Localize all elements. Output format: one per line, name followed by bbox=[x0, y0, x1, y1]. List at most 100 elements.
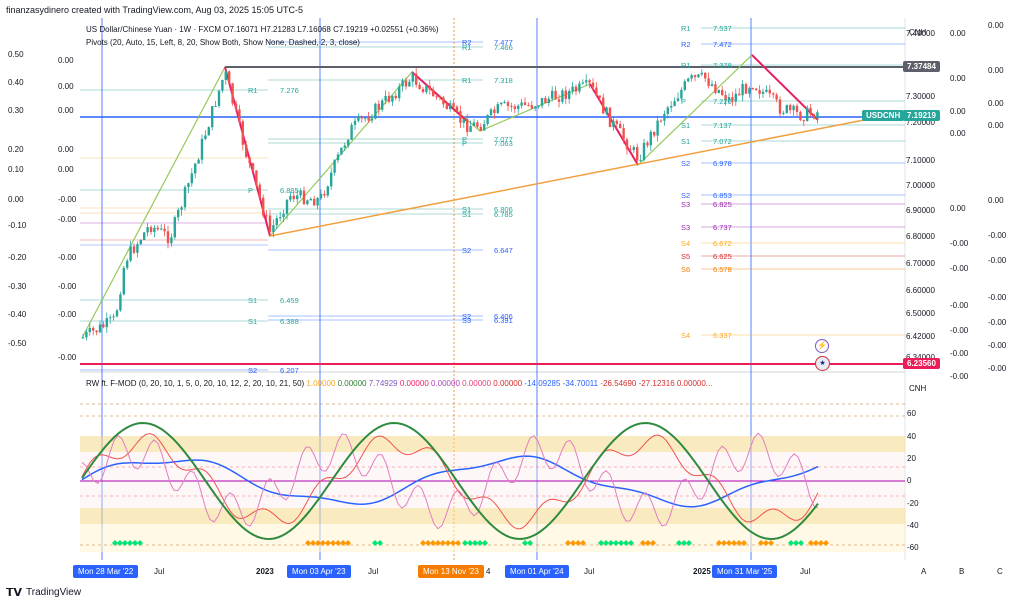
candle bbox=[326, 186, 329, 196]
candle bbox=[449, 103, 452, 110]
candle bbox=[292, 195, 295, 200]
candle bbox=[333, 160, 336, 173]
candle bbox=[224, 71, 227, 80]
candle bbox=[646, 142, 649, 146]
candle bbox=[789, 105, 792, 111]
candle bbox=[479, 126, 482, 131]
candle bbox=[527, 104, 530, 106]
us-flag-icon[interactable]: ★ bbox=[815, 356, 830, 371]
symbol-legend[interactable]: US Dollar/Chinese Yuan · 1W · FXCM O7.16… bbox=[86, 25, 439, 34]
candle bbox=[564, 90, 567, 99]
date-tag[interactable]: Mon 28 Mar '22 bbox=[73, 565, 139, 578]
candle bbox=[136, 244, 139, 253]
aux-tick-2: -0.00 bbox=[988, 318, 1007, 327]
oscillator-value: -27.12316 bbox=[636, 379, 675, 388]
oscillator-legend-title: RW ft. F-MOD (0, 20, 10, 1, 5, 0, 20, 10… bbox=[86, 379, 305, 388]
candle bbox=[265, 215, 268, 217]
pivot-label-value: 6.578 bbox=[713, 265, 732, 274]
candle bbox=[608, 107, 612, 127]
pivot-label-value: 7.472 bbox=[713, 40, 732, 49]
aux-tick: 0.00 bbox=[950, 107, 966, 116]
lightning-icon[interactable]: ⚡ bbox=[815, 339, 829, 353]
candle bbox=[547, 98, 550, 104]
candle bbox=[112, 316, 115, 318]
candle bbox=[534, 106, 537, 109]
candle bbox=[806, 107, 809, 121]
footer-brand[interactable]: 𝗧𝗩 TradingView bbox=[6, 586, 81, 599]
candle bbox=[721, 89, 724, 96]
candle bbox=[619, 123, 622, 129]
date-tag[interactable]: Mon 03 Apr '23 bbox=[287, 565, 351, 578]
time-label: Jul bbox=[154, 567, 165, 576]
candle bbox=[316, 198, 319, 206]
aux-tick: -0.00 bbox=[950, 301, 969, 310]
candle bbox=[687, 78, 690, 82]
oscillator-value: 0.00000 bbox=[335, 379, 367, 388]
pivot-label-value: 6.337 bbox=[713, 331, 732, 340]
pivots-legend[interactable]: Pivots (20, Auto, 15, Left, 8, 20, Show … bbox=[86, 38, 360, 47]
candle bbox=[221, 79, 224, 91]
aux-tick: -0.00 bbox=[950, 264, 969, 273]
candle bbox=[92, 327, 95, 331]
pivot-label-tag: R1 bbox=[462, 43, 472, 52]
candle bbox=[309, 198, 312, 201]
candle bbox=[387, 95, 391, 102]
candle bbox=[581, 82, 584, 84]
scale-button[interactable]: C bbox=[997, 567, 1003, 576]
oscillator-value: -34.70011 bbox=[560, 379, 599, 388]
candle bbox=[241, 121, 244, 145]
candle bbox=[129, 246, 132, 261]
candle bbox=[228, 71, 231, 84]
aux-tick-2: 0.00 bbox=[988, 21, 1004, 30]
date-tag[interactable]: Mon 13 Nov '23 bbox=[418, 565, 484, 578]
pivot-label-value: 6.825 bbox=[713, 200, 732, 209]
candle bbox=[353, 120, 357, 125]
candle bbox=[391, 95, 394, 102]
candle bbox=[200, 138, 204, 160]
candle bbox=[357, 116, 360, 121]
candle bbox=[190, 173, 193, 184]
candle bbox=[404, 80, 408, 87]
left-tick-2: 0.00 bbox=[58, 56, 74, 65]
candle bbox=[673, 101, 676, 107]
candle bbox=[755, 88, 758, 91]
aux-tick-2: 0.00 bbox=[988, 121, 1004, 130]
candle bbox=[160, 228, 163, 230]
candle bbox=[513, 106, 516, 109]
oscillator-value: 1.00000 bbox=[306, 379, 336, 388]
aux-tick: 0.00 bbox=[950, 204, 966, 213]
candle bbox=[153, 227, 156, 233]
aux-tick: 0.00 bbox=[950, 129, 966, 138]
candle bbox=[109, 317, 112, 319]
candle bbox=[568, 91, 571, 99]
candle bbox=[761, 91, 765, 94]
candle bbox=[612, 120, 615, 127]
price-pane[interactable]: R1 7.276 P 6.885 S1 6.459 S1 6.388 S2 6.207 R2 7.47… bbox=[0, 0, 1024, 604]
oscillator-pane[interactable] bbox=[80, 403, 905, 552]
left-tick-2: -0.00 bbox=[58, 253, 77, 262]
pivot-label-value: 7.537 bbox=[713, 24, 732, 33]
candle bbox=[445, 104, 448, 110]
left-tick-2: -0.00 bbox=[58, 353, 77, 362]
left-tick-2: -0.00 bbox=[58, 282, 77, 291]
candle bbox=[615, 120, 618, 124]
left-tick: 0.00 bbox=[8, 195, 24, 204]
scale-button[interactable]: A bbox=[921, 567, 926, 576]
date-tag[interactable]: Mon 31 Mar '25 bbox=[712, 565, 778, 578]
pivot-labels: R1 7.276 P 6.885 S1 6.459 S1 6.388 S2 6.207 R2 7.47… bbox=[248, 24, 732, 375]
candle bbox=[336, 154, 340, 161]
left-tick-2: 0.00 bbox=[58, 106, 74, 115]
candle bbox=[139, 240, 142, 245]
candle bbox=[636, 147, 639, 161]
oscillator-legend[interactable]: RW ft. F-MOD (0, 20, 10, 1, 5, 0, 20, 10… bbox=[86, 379, 712, 388]
scale-button[interactable]: B bbox=[959, 567, 964, 576]
date-tag[interactable]: Mon 01 Apr '24 bbox=[505, 565, 569, 578]
candle bbox=[557, 99, 561, 102]
candle bbox=[105, 318, 108, 328]
pivot-label-value: 6.391 bbox=[494, 316, 513, 325]
aux-tick-2: -0.00 bbox=[988, 341, 1007, 350]
candle bbox=[95, 330, 98, 333]
candle bbox=[275, 218, 278, 226]
pivot-label-value: 7.466 bbox=[494, 43, 513, 52]
candle bbox=[632, 147, 635, 151]
